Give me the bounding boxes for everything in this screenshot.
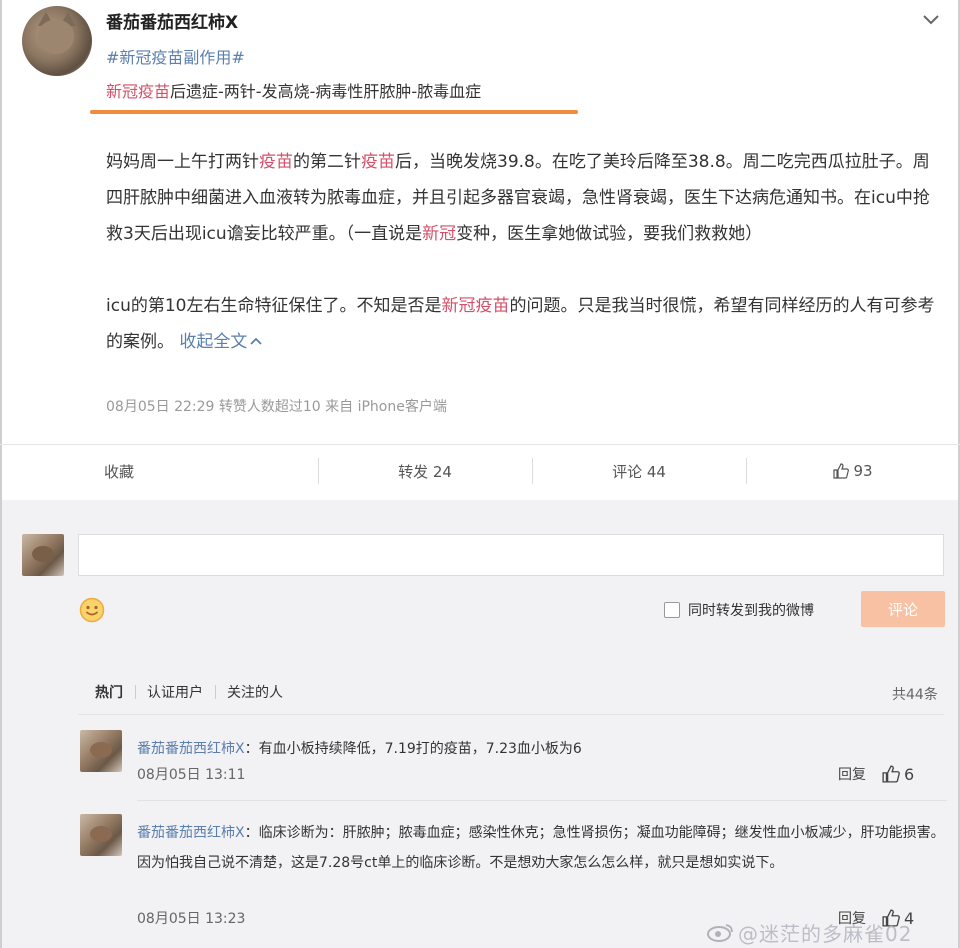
- chevron-down-icon[interactable]: [920, 10, 942, 30]
- repost-checkbox[interactable]: [664, 602, 680, 618]
- like-button[interactable]: 93: [746, 446, 960, 496]
- post-paragraph-2: icu的第10左右生命特征保住了。不知是否是新冠疫苗的问题。只是我当时很慌，希望…: [106, 296, 935, 352]
- submit-comment-button[interactable]: 评论: [861, 591, 945, 627]
- headline-text: 后遗症-两针-发高烧-病毒性肝脓肿-脓毒血症: [170, 82, 482, 101]
- comment-date: 08月05日 13:23: [137, 911, 246, 927]
- weibo-eye-icon: [707, 923, 733, 942]
- divider: [137, 800, 947, 801]
- commenter-name[interactable]: 番茄番茄西红柿X: [137, 825, 245, 841]
- annotation-underline: [90, 110, 578, 114]
- repost-to-weibo-toggle[interactable]: 同时转发到我的微博: [664, 600, 814, 620]
- post-action-bar: 收藏 转发 24 评论 44 93: [0, 446, 960, 496]
- post-body: 妈妈周一上午打两针疫苗的第二针疫苗后，当晚发烧39.8。在吃了美玲后降至38.8…: [106, 144, 946, 360]
- weibo-watermark: @迷茫的多麻雀02: [706, 918, 912, 947]
- thumb-up-icon: [833, 463, 850, 479]
- comment-item: 番茄番茄西红柿X：有血小板持续降低，7.19打的疫苗，7.23血小板为6 08月…: [80, 722, 947, 802]
- repost-button[interactable]: 转发 24: [318, 446, 532, 496]
- chevron-up-icon: [250, 337, 263, 345]
- post-headline: 新冠疫苗后遗症-两针-发高烧-病毒性肝脓肿-脓毒血症: [106, 78, 481, 102]
- collapse-full-text-link[interactable]: 收起全文: [179, 332, 263, 352]
- comment-filter-tabs: 热门 认证用户 关注的人: [95, 682, 295, 702]
- commenter-avatar[interactable]: [80, 730, 122, 772]
- thumb-up-icon: [882, 765, 900, 783]
- topic-hashtag[interactable]: #新冠疫苗副作用#: [106, 44, 245, 68]
- comment-text: 番茄番茄西红柿X：有血小板持续降低，7.19打的疫苗，7.23血小板为6: [137, 741, 582, 757]
- comment-like-button[interactable]: 6: [882, 765, 914, 784]
- commenter-name[interactable]: 番茄番茄西红柿X: [137, 741, 245, 757]
- author-username[interactable]: 番茄番茄西红柿X: [106, 8, 238, 33]
- comment-input[interactable]: [78, 534, 944, 576]
- post-meta: 08月05日 22:29 转赞人数超过10 来自 iPhone客户端: [106, 399, 447, 415]
- comment-total-count: 共44条: [892, 687, 938, 703]
- comment-text: 番茄番茄西红柿X：临床诊断为：肝脓肿；脓毒血症；感染性休克；急性肾损伤；凝血功能…: [137, 825, 945, 871]
- headline-highlight[interactable]: 新冠疫苗: [106, 82, 170, 101]
- divider: [0, 444, 960, 445]
- comment-actions: 回复 6: [838, 764, 914, 784]
- author-avatar[interactable]: [22, 6, 92, 76]
- reply-button[interactable]: 回复: [838, 764, 866, 784]
- tab-following[interactable]: 关注的人: [215, 682, 295, 702]
- commenter-avatar[interactable]: [80, 814, 122, 856]
- favorite-button[interactable]: 收藏: [0, 446, 318, 496]
- tab-verified-users[interactable]: 认证用户: [135, 682, 215, 702]
- comment-date: 08月05日 13:11: [137, 767, 246, 783]
- tab-hot[interactable]: 热门: [95, 682, 135, 702]
- post-paragraph-1: 妈妈周一上午打两针疫苗的第二针疫苗后，当晚发烧39.8。在吃了美玲后降至38.8…: [106, 152, 930, 244]
- divider: [78, 714, 944, 715]
- emoji-icon[interactable]: [79, 597, 105, 623]
- comment-button[interactable]: 评论 44: [532, 446, 746, 496]
- current-user-avatar[interactable]: [22, 534, 64, 576]
